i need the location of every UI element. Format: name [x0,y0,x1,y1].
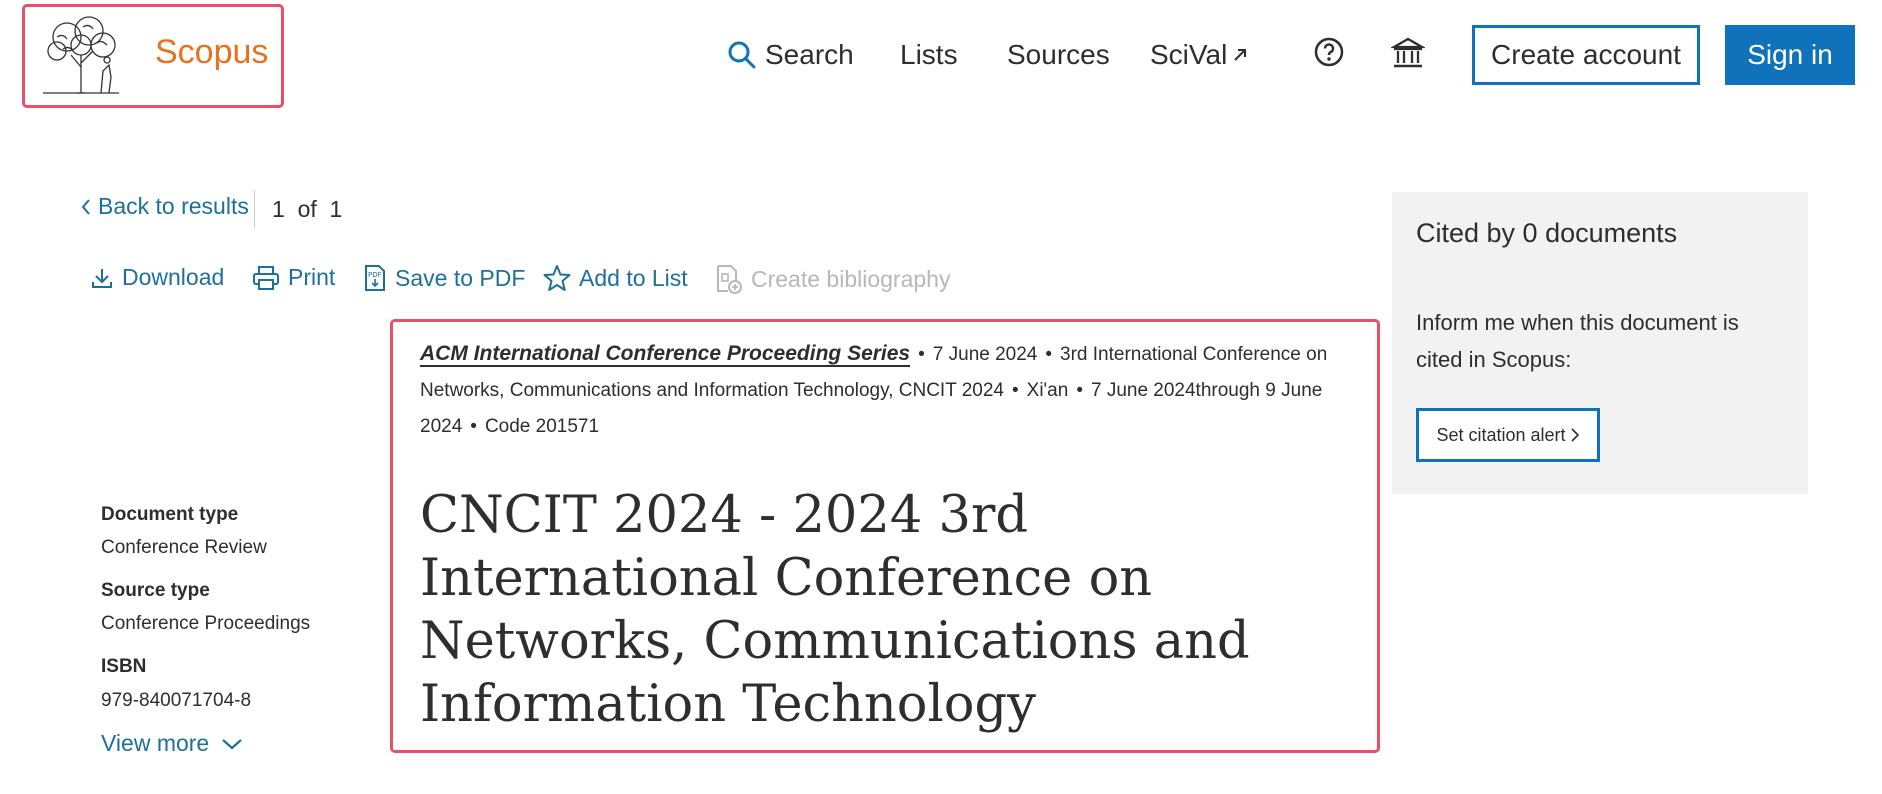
set-citation-alert-button[interactable]: Set citation alert [1416,408,1600,462]
nav-lists-label: Lists [900,39,958,70]
save-to-pdf-label: Save to PDF [395,264,526,291]
create-bibliography-label: Create bibliography [751,265,951,292]
elsevier-tree-icon [43,16,119,94]
isbn-label: ISBN [101,656,147,677]
document-type-value: Conference Review [101,537,267,558]
download-label: Download [122,264,225,290]
print-label: Print [288,264,336,290]
nav-lists[interactable]: Lists [900,32,958,78]
star-icon [543,265,571,291]
add-to-list-button[interactable]: Add to List [543,264,688,292]
svg-text:PDF: PDF [368,271,382,279]
publication-date: 7 June 2024 [932,344,1038,365]
cited-by-panel: Cited by 0 documents Inform me when this… [1392,192,1808,494]
printer-icon [253,265,279,290]
pdf-icon: PDF [365,265,385,291]
document-type-label: Document type [101,504,239,525]
download-icon [92,268,112,288]
create-bibliography-button[interactable]: Create bibliography [715,264,950,294]
bullet: • [1012,380,1019,401]
conference-location: Xi'an [1026,380,1069,401]
help-icon [1314,37,1344,67]
document-title: CNCIT 2024 - 2024 3rd International Conf… [420,486,1250,734]
bibliography-icon [717,265,742,294]
nav-sources-label: Sources [1007,39,1110,70]
result-pager: 1 of 1 [272,196,343,222]
bullet: • [918,344,925,365]
source-type-value: Conference Proceedings [101,613,311,634]
add-to-list-label: Add to List [579,264,688,291]
chevron-left-icon [81,198,90,215]
print-button[interactable]: Print [252,264,335,291]
divider [254,190,255,228]
citation-alert-description: Inform me when this document is cited in… [1416,310,1739,372]
nav-search[interactable]: Search [727,32,854,78]
isbn-value: 979-840071704-8 [101,690,252,711]
bullet: • [1076,380,1083,401]
nav-scival-label: SciVal [1150,39,1228,70]
back-to-results-label: Back to results [98,193,249,219]
document-header-region: ACM International Conference Proceeding … [390,319,1380,753]
source-info: ACM International Conference Proceeding … [420,336,1365,445]
nav-search-label: Search [765,39,854,70]
chevron-down-icon [222,738,242,749]
source-type-label: Source type [101,580,210,601]
bullet: • [470,416,477,437]
sign-in-button[interactable]: Sign in [1725,25,1855,85]
view-more-link[interactable]: View more [101,730,243,757]
back-to-results-link[interactable]: Back to results [80,193,249,220]
help-button[interactable] [1313,36,1353,76]
conference-code: Code 201571 [484,416,600,437]
bullet: • [1045,344,1053,365]
brand-name: Scopus [155,33,269,71]
institution-button[interactable] [1389,36,1431,76]
create-account-button[interactable]: Create account [1472,25,1700,85]
chevron-right-icon [1570,428,1579,442]
nav-scival[interactable]: SciVal [1150,32,1249,78]
nav-sources[interactable]: Sources [1007,32,1110,78]
institution-icon [1389,37,1427,68]
scopus-logo[interactable]: Scopus [22,4,284,108]
cited-by-title: Cited by 0 documents [1416,218,1678,248]
set-citation-alert-label: Set citation alert [1436,424,1566,445]
search-icon [728,41,756,69]
view-more-label: View more [101,730,210,756]
source-series-link[interactable]: ACM International Conference Proceeding … [420,342,911,367]
save-to-pdf-button[interactable]: PDF Save to PDF [363,264,525,292]
download-button[interactable]: Download [90,264,224,291]
external-link-icon [1234,49,1247,61]
